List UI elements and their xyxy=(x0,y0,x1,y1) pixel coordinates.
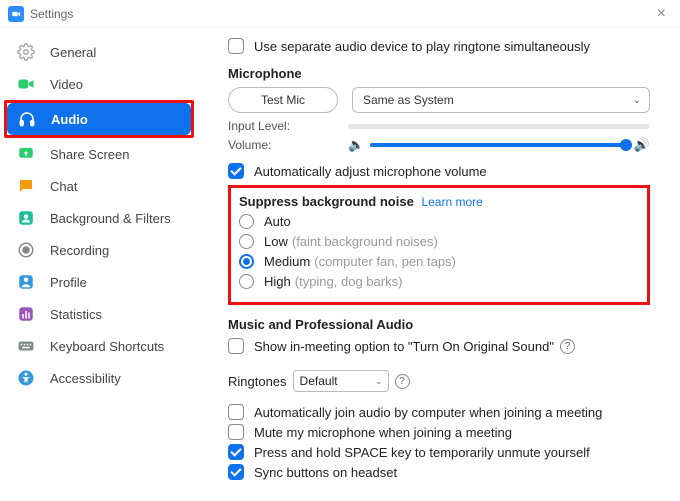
sidebar-item-label: Keyboard Shortcuts xyxy=(50,339,164,354)
recording-icon xyxy=(16,240,36,260)
chevron-down-icon: ⌄ xyxy=(633,95,641,106)
sidebar-item-recording[interactable]: Recording xyxy=(6,234,192,266)
sidebar-item-audio[interactable]: Audio xyxy=(7,103,191,135)
radio-label: Medium xyxy=(264,254,310,269)
select-value: Default xyxy=(300,374,338,388)
titlebar: Settings × xyxy=(0,0,680,28)
learn-more-link[interactable]: Learn more xyxy=(421,195,482,209)
speaker-max-icon: 🔊 xyxy=(634,137,650,153)
sidebar-item-share-screen[interactable]: Share Screen xyxy=(6,138,192,170)
background-icon xyxy=(16,208,36,228)
checkbox-space-unmute[interactable] xyxy=(228,444,244,460)
close-icon[interactable]: × xyxy=(651,5,672,23)
checkbox-auto-adjust-volume[interactable] xyxy=(228,163,244,179)
headphones-icon xyxy=(17,109,37,129)
chevron-down-icon: ⌄ xyxy=(375,376,383,387)
checkbox-label: Automatically join audio by computer whe… xyxy=(254,405,602,420)
sidebar-item-label: Audio xyxy=(51,112,88,127)
ringtone-select[interactable]: Default ⌄ xyxy=(293,370,389,392)
radio-label: Low xyxy=(264,234,288,249)
gear-icon xyxy=(16,42,36,62)
checkbox-separate-audio-device[interactable] xyxy=(228,38,244,54)
checkbox-mute-on-join[interactable] xyxy=(228,424,244,440)
sidebar-item-label: Accessibility xyxy=(50,371,121,386)
sidebar-item-video[interactable]: Video xyxy=(6,68,192,100)
music-pro-audio-heading: Music and Professional Audio xyxy=(228,317,650,332)
test-mic-button[interactable]: Test Mic xyxy=(228,87,338,113)
checkbox-auto-join-audio[interactable] xyxy=(228,404,244,420)
sidebar-item-label: Profile xyxy=(50,275,87,290)
sidebar-item-label: Background & Filters xyxy=(50,211,171,226)
sidebar-item-keyboard-shortcuts[interactable]: Keyboard Shortcuts xyxy=(6,330,192,362)
suppress-noise-section: Suppress background noise Learn more Aut… xyxy=(228,185,650,305)
volume-label: Volume: xyxy=(228,138,348,152)
help-icon[interactable]: ? xyxy=(395,374,410,389)
sidebar-item-profile[interactable]: Profile xyxy=(6,266,192,298)
sidebar-item-label: Chat xyxy=(50,179,77,194)
checkbox-label: Press and hold SPACE key to temporarily … xyxy=(254,445,590,460)
microphone-heading: Microphone xyxy=(228,66,650,81)
checkbox-label: Show in-meeting option to "Turn On Origi… xyxy=(254,339,554,354)
ringtones-label: Ringtones xyxy=(228,374,287,389)
checkbox-label: Mute my microphone when joining a meetin… xyxy=(254,425,512,440)
input-level-label: Input Level: xyxy=(228,119,348,133)
checkbox-label: Use separate audio device to play ringto… xyxy=(254,39,590,54)
settings-sidebar: General Video Audio Share Screen Chat Ba… xyxy=(0,28,198,501)
sidebar-item-label: Recording xyxy=(50,243,109,258)
radio-label: High xyxy=(264,274,291,289)
checkbox-label: Sync buttons on headset xyxy=(254,465,397,480)
accessibility-icon xyxy=(16,368,36,388)
sidebar-highlight: Audio xyxy=(4,100,194,138)
sidebar-item-chat[interactable]: Chat xyxy=(6,170,192,202)
sidebar-item-label: Video xyxy=(50,77,83,92)
radio-noise-high[interactable] xyxy=(239,274,254,289)
zoom-app-icon xyxy=(8,6,24,22)
radio-noise-medium[interactable] xyxy=(239,254,254,269)
sidebar-item-background-filters[interactable]: Background & Filters xyxy=(6,202,192,234)
radio-label: Auto xyxy=(264,214,291,229)
sidebar-item-label: Statistics xyxy=(50,307,102,322)
chat-icon xyxy=(16,176,36,196)
settings-panel-audio: Use separate audio device to play ringto… xyxy=(198,28,680,501)
checkbox-original-sound[interactable] xyxy=(228,338,244,354)
sidebar-item-label: General xyxy=(50,45,96,60)
radio-hint: (computer fan, pen taps) xyxy=(314,254,456,269)
keyboard-icon xyxy=(16,336,36,356)
window-title: Settings xyxy=(30,7,73,21)
suppress-noise-heading: Suppress background noise xyxy=(239,194,414,209)
sidebar-item-general[interactable]: General xyxy=(6,36,192,68)
sidebar-item-label: Share Screen xyxy=(50,147,130,162)
sidebar-item-statistics[interactable]: Statistics xyxy=(6,298,192,330)
microphone-volume-slider[interactable] xyxy=(370,143,626,147)
input-level-meter xyxy=(348,124,650,129)
radio-hint: (faint background noises) xyxy=(292,234,438,249)
radio-noise-low[interactable] xyxy=(239,234,254,249)
checkbox-sync-headset[interactable] xyxy=(228,464,244,480)
help-icon[interactable]: ? xyxy=(560,339,575,354)
statistics-icon xyxy=(16,304,36,324)
profile-icon xyxy=(16,272,36,292)
radio-noise-auto[interactable] xyxy=(239,214,254,229)
share-screen-icon xyxy=(16,144,36,164)
select-value: Same as System xyxy=(363,93,454,107)
checkbox-label: Automatically adjust microphone volume xyxy=(254,164,487,179)
radio-hint: (typing, dog barks) xyxy=(295,274,403,289)
speaker-min-icon: 🔈 xyxy=(348,137,364,153)
microphone-device-select[interactable]: Same as System ⌄ xyxy=(352,87,650,113)
video-icon xyxy=(16,74,36,94)
sidebar-item-accessibility[interactable]: Accessibility xyxy=(6,362,192,394)
